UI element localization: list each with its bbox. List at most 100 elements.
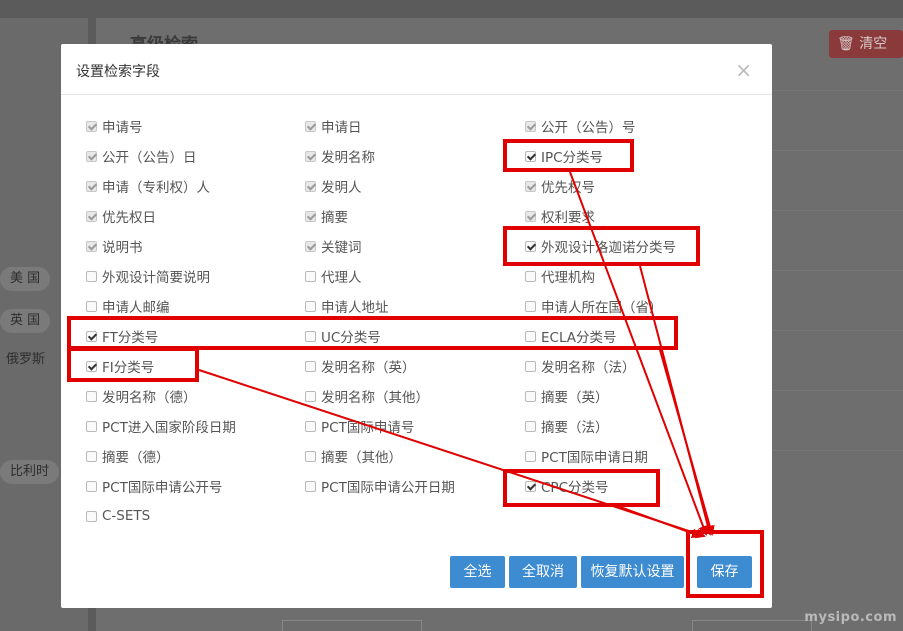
checkbox[interactable] [305, 390, 316, 402]
field-option[interactable]: 摘要 [305, 206, 348, 226]
field-option[interactable]: 外观设计洛迦诺分类号 [525, 236, 676, 256]
field-option[interactable]: 摘要（英） [525, 386, 609, 406]
field-option[interactable]: PCT国际申请公开日期 [305, 476, 455, 496]
checkbox [525, 120, 536, 132]
field-option[interactable]: FT分类号 [86, 326, 158, 346]
country-chip[interactable]: 比利时 [0, 460, 60, 484]
field-option[interactable]: 发明名称（德） [86, 386, 197, 406]
field-option-label: C-SETS [102, 508, 151, 524]
field-option[interactable]: 申请人所在国（省） [525, 296, 663, 316]
checkbox[interactable] [305, 480, 316, 492]
field-option[interactable]: PCT国际申请号 [305, 416, 414, 436]
checkbox[interactable] [305, 360, 316, 372]
field-option[interactable]: 申请人地址 [305, 296, 389, 316]
field-option[interactable]: 申请号 [86, 116, 143, 136]
field-option-label: UC分类号 [321, 330, 381, 346]
field-option[interactable]: 摘要（德） [86, 446, 170, 466]
checkbox[interactable] [525, 390, 536, 402]
field-option-label: 摘要 [321, 210, 348, 226]
field-option[interactable]: 申请日 [305, 116, 362, 136]
field-option[interactable]: 申请（专利权）人 [86, 176, 210, 196]
save-button[interactable]: 保存 [697, 556, 752, 588]
divider [770, 90, 903, 91]
checkbox[interactable] [86, 360, 97, 372]
checkbox[interactable] [525, 480, 536, 492]
field-option[interactable]: 优先权日 [86, 206, 156, 226]
checkbox[interactable] [86, 300, 97, 312]
field-option[interactable]: PCT国际申请公开号 [86, 476, 222, 496]
field-option[interactable]: 发明名称（英） [305, 356, 416, 376]
checkbox[interactable] [86, 270, 97, 282]
field-option[interactable]: ECLA分类号 [525, 326, 617, 346]
field-option-label: 发明名称 [321, 150, 375, 166]
checkbox[interactable] [86, 450, 97, 462]
checkbox[interactable] [525, 150, 536, 162]
field-option[interactable]: 代理人 [305, 266, 362, 286]
checkbox[interactable] [86, 330, 97, 342]
checkbox[interactable] [305, 270, 316, 282]
field-option[interactable]: 摘要（其他） [305, 446, 402, 466]
field-option-label: 发明名称（其他） [321, 390, 429, 406]
country-chip[interactable]: 英 国 [0, 309, 51, 333]
checkbox[interactable] [305, 450, 316, 462]
field-option-label: ECLA分类号 [541, 330, 617, 346]
checkbox[interactable] [525, 300, 536, 312]
checkbox[interactable] [525, 420, 536, 432]
field-option[interactable]: 发明名称 [305, 146, 375, 166]
field-option[interactable]: FI分类号 [86, 356, 154, 376]
field-option[interactable]: 外观设计简要说明 [86, 266, 210, 286]
field-option[interactable]: PCT进入国家阶段日期 [86, 416, 236, 436]
field-option[interactable]: IPC分类号 [525, 146, 603, 166]
checkbox[interactable] [525, 270, 536, 282]
checkbox[interactable] [86, 510, 97, 522]
divider [770, 390, 903, 391]
country-chip[interactable]: 俄罗斯 [0, 348, 55, 372]
field-option[interactable]: 关键词 [305, 236, 362, 256]
field-option[interactable]: 公开（公告）号 [525, 116, 636, 136]
field-option-label: 摘要（其他） [321, 450, 402, 466]
field-option[interactable]: 发明人 [305, 176, 362, 196]
checkbox[interactable] [86, 390, 97, 402]
field-option[interactable]: 公开（公告）日 [86, 146, 197, 166]
field-option[interactable]: CPC分类号 [525, 476, 609, 496]
checkbox[interactable] [525, 240, 536, 252]
field-option[interactable]: 优先权号 [525, 176, 595, 196]
field-option[interactable]: UC分类号 [305, 326, 381, 346]
checkbox[interactable] [305, 300, 316, 312]
field-option-label: 申请日 [321, 120, 362, 136]
checkbox [86, 150, 97, 162]
field-option[interactable]: 说明书 [86, 236, 143, 256]
background-input [692, 620, 812, 631]
clear-button[interactable]: 🗑 清空 [829, 30, 903, 58]
field-option-label: FT分类号 [102, 330, 159, 346]
field-option[interactable]: 申请人邮编 [86, 296, 170, 316]
checkbox[interactable] [525, 330, 536, 342]
field-option[interactable]: PCT国际申请日期 [525, 446, 648, 466]
field-option[interactable]: 摘要（法） [525, 416, 609, 436]
field-option[interactable]: 发明名称（其他） [305, 386, 429, 406]
clear-label: 清空 [859, 36, 888, 52]
restore-default-button[interactable]: 恢复默认设置 [581, 556, 684, 588]
checkbox[interactable] [86, 480, 97, 492]
checkbox [305, 120, 316, 132]
field-option-label: 外观设计洛迦诺分类号 [541, 240, 676, 256]
deselect-all-button[interactable]: 全取消 [509, 556, 577, 588]
field-option[interactable]: 发明名称（法） [525, 356, 636, 376]
checkbox [525, 210, 536, 222]
field-option[interactable]: 权利要求 [525, 206, 595, 226]
field-option-label: 公开（公告）日 [102, 150, 197, 166]
country-chip[interactable]: 美 国 [0, 267, 51, 291]
checkbox[interactable] [305, 420, 316, 432]
divider [770, 210, 903, 211]
checkbox [86, 180, 97, 192]
field-option[interactable]: 代理机构 [525, 266, 595, 286]
field-option[interactable]: C-SETS [86, 506, 150, 526]
field-option-label: 发明名称（法） [541, 360, 636, 376]
checkbox[interactable] [86, 420, 97, 432]
checkbox[interactable] [305, 330, 316, 342]
field-option-label: PCT国际申请日期 [541, 450, 648, 466]
checkbox[interactable] [525, 360, 536, 372]
close-icon[interactable]: × [735, 58, 752, 82]
checkbox[interactable] [525, 450, 536, 462]
select-all-button[interactable]: 全选 [450, 556, 505, 588]
